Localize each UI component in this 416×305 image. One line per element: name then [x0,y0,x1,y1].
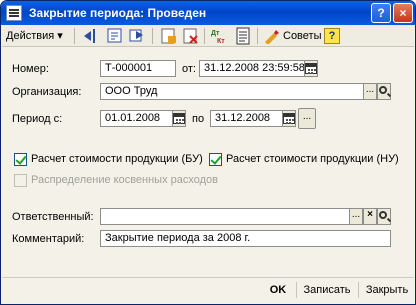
number-field[interactable]: Т-000001 [100,60,176,77]
toolbar: Действия ▾ Дт Кт Советы ? [2,25,414,47]
tips-label: Советы [283,30,322,42]
period-to-field[interactable]: 31.12.2008 [210,110,283,127]
footer-separator [296,282,297,298]
magnifier-icon [379,86,387,94]
refresh-icon[interactable] [128,27,146,45]
footer-separator [358,282,359,298]
title-close-button[interactable]: × [393,3,413,23]
cb-indirect-costs[interactable] [14,174,27,187]
save-button[interactable]: Записать [299,279,355,301]
post-icon[interactable] [160,27,178,45]
actions-menu[interactable]: Действия ▾ [6,27,63,45]
unpost-icon[interactable] [182,27,200,45]
window-title: Закрытие периода: Проведен [29,6,207,20]
responsible-label: Ответственный: [12,211,94,223]
toolbar-separator [257,28,258,44]
toolbar-separator [74,28,75,44]
organization-label: Организация: [12,86,82,98]
tips-button[interactable]: Советы [263,27,321,45]
ok-button[interactable]: OK [263,279,293,301]
title-help-button[interactable]: ? [371,3,391,23]
number-label: Номер: [12,63,49,75]
period-to-label: по [192,113,205,125]
cb-cost-accounting-label: Расчет стоимости продукции (БУ) [31,153,203,165]
date-calendar-button[interactable] [304,60,318,77]
tips-icon [265,30,279,44]
period-to-calendar-button[interactable] [282,110,296,127]
cb-cost-tax[interactable] [209,153,222,166]
organization-field[interactable]: ООО Труд [100,83,364,100]
cb-cost-tax-label: Расчет стоимости продукции (НУ) [226,153,399,165]
help-icon[interactable]: ? [324,28,340,44]
calendar-icon [173,113,185,124]
organization-open-button[interactable] [377,83,391,100]
toolbar-separator [152,28,153,44]
comment-field[interactable]: Закрытие периода за 2008 г. [100,230,391,247]
calendar-icon [283,113,295,124]
svg-text:Кт: Кт [217,38,225,45]
responsible-clear-button[interactable]: × [363,208,377,225]
responsible-field[interactable] [100,208,350,225]
date-from-label: от: [182,63,196,75]
cb-indirect-costs-label: Распределение косвенных расходов [31,174,219,186]
title-bar[interactable]: Закрытие периода: Проведен ? × [1,1,415,25]
document-window: Закрытие периода: Проведен ? × Действия … [0,0,416,305]
comment-label: Комментарий: [12,233,85,245]
toolbar-separator [204,28,205,44]
period-from-field[interactable]: 01.01.2008 [100,110,173,127]
arrow-left-icon[interactable] [82,27,100,45]
calendar-icon [305,63,317,74]
date-field[interactable]: 31.12.2008 23:59:58 [199,60,305,77]
period-from-calendar-button[interactable] [172,110,186,127]
responsible-select-button[interactable]: ... [349,208,363,225]
close-button[interactable]: Закрыть [361,279,413,301]
structure-icon[interactable] [106,27,124,45]
document-icon [6,5,22,21]
organization-select-button[interactable]: ... [363,83,377,100]
report-icon[interactable] [234,27,252,45]
footer-divider [2,277,414,278]
magnifier-icon [379,211,387,219]
period-label: Период с: [12,113,63,125]
period-select-button[interactable]: ... [298,108,316,129]
cb-cost-accounting[interactable] [14,153,27,166]
debit-credit-icon[interactable]: Дт Кт [210,27,228,45]
svg-text:Дт: Дт [211,30,220,37]
responsible-open-button[interactable] [377,208,391,225]
